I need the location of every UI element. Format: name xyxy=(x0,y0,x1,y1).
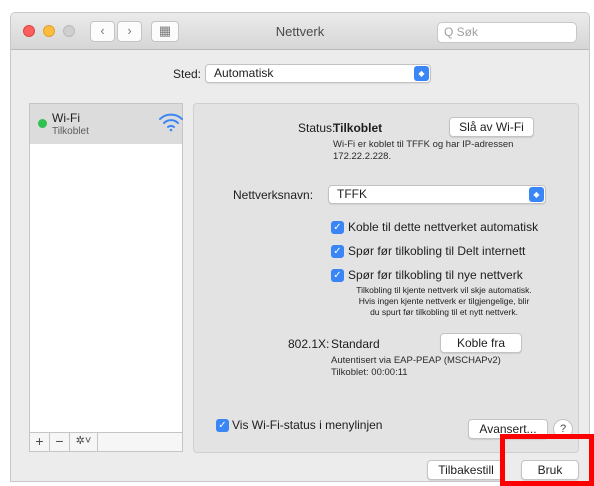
options-note-line1: Tilkobling til kjente nettverk vil skje … xyxy=(356,285,532,295)
search-input[interactable]: Q Søk xyxy=(437,22,577,43)
status-description-line1: Wi-Fi er koblet til TFFK og har IP-adres… xyxy=(333,139,514,150)
ask-new-networks-label: Spør før tilkobling til nye nettverk xyxy=(348,268,523,282)
forward-button[interactable]: › xyxy=(117,21,142,42)
zoom-window-button[interactable] xyxy=(63,25,75,37)
minimize-window-button[interactable] xyxy=(43,25,55,37)
service-status: Tilkoblet xyxy=(52,126,89,137)
remove-service-button[interactable]: − xyxy=(50,433,70,451)
status-value: Tilkoblet xyxy=(333,121,383,135)
options-note-line3: du spurt før tilkobling til et nytt nett… xyxy=(370,307,518,317)
back-button[interactable]: ‹ xyxy=(90,21,115,42)
location-select[interactable]: Automatisk ◆ xyxy=(205,64,431,83)
ask-new-networks-checkbox[interactable]: ✓ xyxy=(331,269,344,282)
network-preferences-window: ‹ › ▦ Nettverk Q Søk Sted: Automatisk ◆ … xyxy=(10,12,590,482)
options-note-line2: Hvis ingen kjente nettverk er tilgjengel… xyxy=(358,296,530,306)
revert-button[interactable]: Tilbakestill xyxy=(427,460,505,480)
network-name-select[interactable]: TFFK ◆ xyxy=(328,185,546,204)
auto-join-checkbox[interactable]: ✓ xyxy=(331,221,344,234)
action-gear-icon[interactable]: ✲˅ xyxy=(70,433,98,451)
wifi-detail-panel: Status: Tilkoblet Slå av Wi-Fi Wi-Fi er … xyxy=(193,103,579,453)
auto-join-label: Koble til dette nettverket automatisk xyxy=(348,220,539,234)
show-wifi-status-checkbox[interactable]: ✓ xyxy=(216,419,229,432)
status-label: Status: xyxy=(298,121,336,135)
auth-label: 802.1X: xyxy=(288,337,330,351)
show-all-grid-icon[interactable]: ▦ xyxy=(151,21,179,42)
auth-detail-line2: Tilkoblet: 00:00:11 xyxy=(331,367,408,378)
turn-off-wifi-button[interactable]: Slå av Wi-Fi xyxy=(449,117,534,137)
network-service-list: Wi-Fi Tilkoblet xyxy=(29,103,183,433)
auth-value: Standard xyxy=(331,337,380,351)
close-window-button[interactable] xyxy=(23,25,35,37)
location-label: Sted: xyxy=(173,67,202,81)
network-name-label: Nettverksnavn: xyxy=(233,188,314,202)
ask-personal-hotspot-label: Spør før tilkobling til Delt internett xyxy=(348,244,526,258)
title-bar: ‹ › ▦ Nettverk Q Søk xyxy=(11,13,589,50)
popup-arrows-icon: ◆ xyxy=(414,66,429,81)
popup-arrows-icon: ◆ xyxy=(529,187,544,202)
wifi-icon xyxy=(159,113,183,132)
location-value: Automatisk xyxy=(214,66,274,80)
apply-highlight-box xyxy=(500,434,594,486)
ask-personal-hotspot-checkbox[interactable]: ✓ xyxy=(331,245,344,258)
disconnect-button[interactable]: Koble fra xyxy=(440,333,522,353)
network-service-wifi[interactable]: Wi-Fi Tilkoblet xyxy=(30,104,183,144)
service-name: Wi-Fi xyxy=(52,111,80,125)
network-name-value: TFFK xyxy=(337,187,367,201)
service-list-toolbar: + − ✲˅ xyxy=(29,433,183,452)
connected-status-dot xyxy=(38,119,47,128)
add-service-button[interactable]: + xyxy=(30,433,50,451)
status-description-line2: 172.22.2.228. xyxy=(333,151,392,162)
show-wifi-status-label: Vis Wi-Fi-status i menylinjen xyxy=(232,418,383,432)
auth-detail-line1: Autentisert via EAP-PEAP (MSCHAPv2) xyxy=(331,355,501,366)
